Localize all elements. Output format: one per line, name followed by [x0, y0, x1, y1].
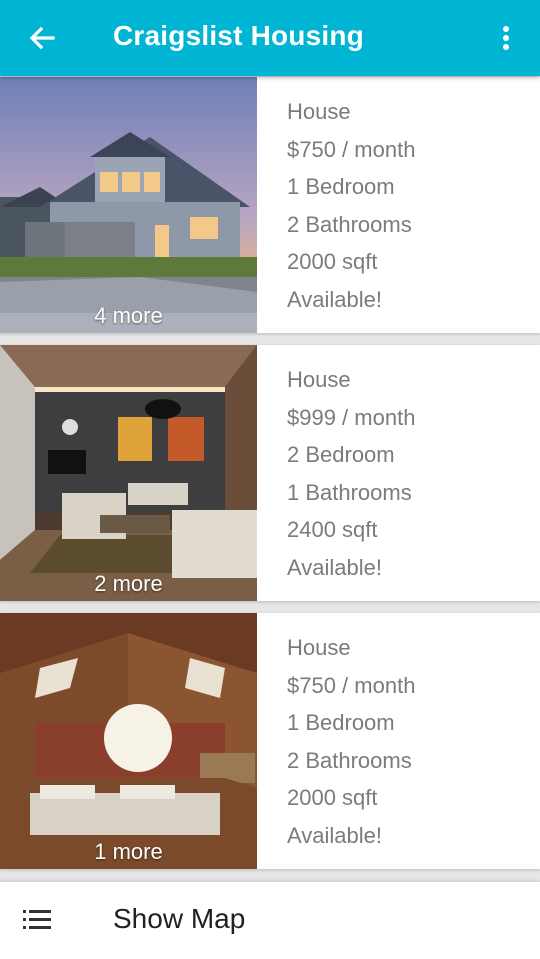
listing-size: 2400 sqft	[287, 517, 378, 543]
list-icon	[23, 910, 51, 929]
listing-price: $750 / month	[287, 672, 416, 698]
page-title: Craigslist Housing	[113, 20, 364, 51]
listing-bathrooms: 1 Bathrooms	[287, 479, 412, 505]
listing-details: House $750 / month 1 Bedroom 2 Bathrooms…	[287, 97, 415, 323]
show-map-label: Show Map	[113, 903, 246, 934]
listing-bedrooms: 1 Bedroom	[287, 710, 395, 736]
listing-bathrooms: 2 Bathrooms	[287, 211, 412, 237]
more-photos-label: 4 more	[94, 303, 163, 328]
listing-type: House	[287, 367, 351, 392]
listing-card[interactable]: 2 more House $999 / month 2 Bedroom 1 Ba…	[0, 345, 540, 601]
more-photos-label: 2 more	[94, 571, 163, 596]
listing-details: House $750 / month 1 Bedroom 2 Bathrooms…	[287, 633, 415, 859]
listing-type: House	[287, 635, 351, 660]
listing-status: Available!	[287, 554, 382, 580]
listing-size: 2000 sqft	[287, 785, 378, 811]
listing-bathrooms: 2 Bathrooms	[287, 747, 412, 773]
arrow-left-icon[interactable]	[26, 22, 58, 54]
listing-price: $999 / month	[287, 404, 416, 430]
listing-card[interactable]: 4 more House $750 / month 1 Bedroom 2 Ba…	[0, 77, 540, 333]
listing-bedrooms: 1 Bedroom	[287, 174, 395, 200]
more-photos-label: 1 more	[94, 839, 163, 864]
show-map-button[interactable]: Show Map	[0, 882, 540, 959]
listing-card[interactable]: 1 more House $750 / month 1 Bedroom 2 Ba…	[0, 613, 540, 869]
listing-type: House	[287, 99, 351, 124]
listing-photo-living-room[interactable]: 2 more	[0, 345, 257, 601]
listing-status: Available!	[287, 822, 382, 848]
listing-status: Available!	[287, 286, 382, 312]
listing-details: House $999 / month 2 Bedroom 1 Bathrooms…	[287, 365, 415, 591]
listing-size: 2000 sqft	[287, 249, 378, 275]
listing-price: $750 / month	[287, 136, 416, 162]
listing-photo-attic-bedroom[interactable]: 1 more	[0, 613, 257, 869]
listing-photo-house-exterior[interactable]: 4 more	[0, 77, 257, 333]
listing-bedrooms: 2 Bedroom	[287, 442, 395, 468]
more-vertical-icon[interactable]	[494, 22, 518, 54]
app-bar: Craigslist Housing	[0, 0, 540, 76]
